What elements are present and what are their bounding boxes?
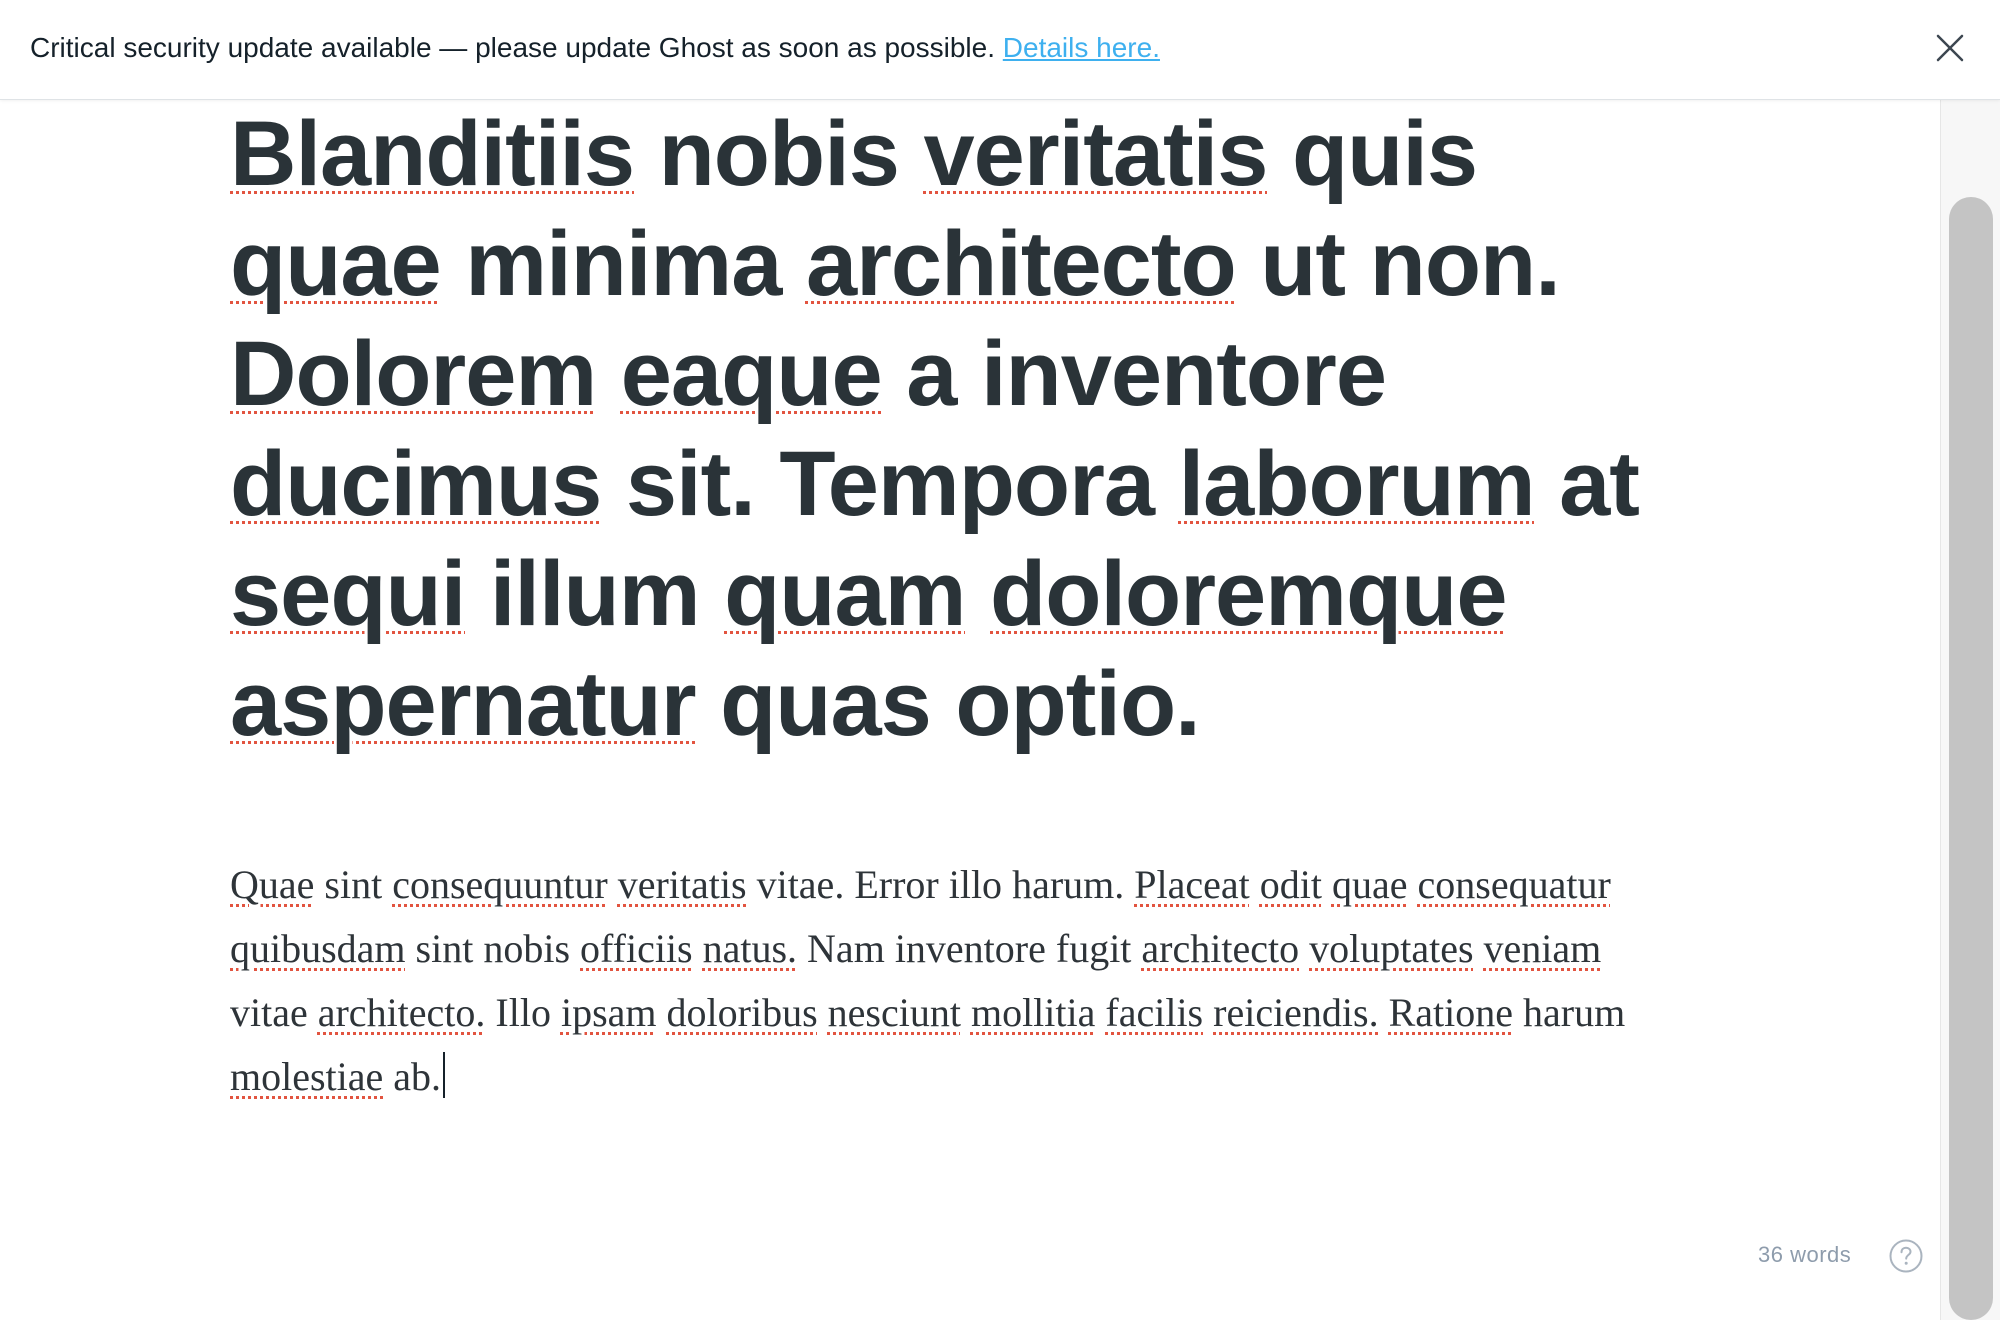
body-word-misspelled: consequatur: [1417, 862, 1611, 907]
title-word: sit.: [625, 433, 756, 535]
title-word: at: [1559, 433, 1640, 535]
title-word: Tempora: [779, 433, 1155, 535]
body-word-misspelled: Ratione: [1388, 990, 1514, 1035]
body-word-misspelled: officiis: [580, 926, 693, 971]
title-word: ut: [1260, 213, 1346, 315]
title-word-misspelled: sequi: [230, 543, 466, 645]
title-word: minima: [465, 213, 782, 315]
body-word: sint: [324, 862, 383, 907]
title-word: inventore: [980, 323, 1387, 425]
title-word: quas: [720, 653, 932, 755]
title-word-misspelled: ducimus: [230, 433, 602, 535]
title-word-misspelled: quam: [724, 543, 966, 645]
body-word: fugit: [1055, 926, 1132, 971]
title-word-misspelled: quae: [230, 213, 442, 315]
title-word: optio.: [955, 653, 1200, 755]
question-circle-icon: [1889, 1239, 1923, 1273]
banner-message: Critical security update available — ple…: [30, 32, 995, 63]
body-word: harum.: [1012, 862, 1125, 907]
help-button[interactable]: [1888, 1238, 1924, 1274]
title-word: quis: [1291, 103, 1478, 205]
close-banner-button[interactable]: [1932, 30, 1968, 66]
title-word: non.: [1369, 213, 1561, 315]
scrollbar-thumb[interactable]: [1949, 197, 1993, 1320]
body-word: Nam: [807, 926, 885, 971]
body-word: Error: [854, 862, 939, 907]
body-word: sint: [415, 926, 474, 971]
body-word-misspelled: odit: [1259, 862, 1322, 907]
body-word-misspelled: natus.: [702, 926, 798, 971]
title-word-misspelled: eaque: [620, 323, 883, 425]
body-word: vitae: [230, 990, 308, 1035]
banner-text: Critical security update available — ple…: [30, 30, 1160, 66]
post-body[interactable]: Quae sint consequuntur veritatis vitae. …: [230, 853, 1680, 1109]
close-icon: [1936, 34, 1964, 62]
body-word-misspelled: doloribus: [666, 990, 818, 1035]
title-word-misspelled: aspernatur: [230, 653, 696, 755]
title-word: nobis: [658, 103, 900, 205]
body-word-misspelled: mollitia: [970, 990, 1096, 1035]
body-word-misspelled: ipsam: [560, 990, 657, 1035]
title-word: a: [906, 323, 957, 425]
body-word-misspelled: veniam: [1483, 926, 1602, 971]
title-word: illum: [489, 543, 701, 645]
body-word-misspelled: voluptates: [1309, 926, 1474, 971]
body-word-misspelled: molestiae: [230, 1054, 384, 1099]
title-word-misspelled: doloremque: [990, 543, 1507, 645]
post-title[interactable]: Delectus ducimus culpa. Blanditiis nobis…: [230, 99, 1710, 759]
body-word-misspelled: reiciendis.: [1213, 990, 1379, 1035]
title-word-misspelled: veritatis: [923, 103, 1269, 205]
text-cursor: [443, 1052, 446, 1098]
body-word-misspelled: Placeat: [1134, 862, 1250, 907]
security-update-banner: Critical security update available — ple…: [0, 0, 2000, 100]
body-word: ab.: [393, 1054, 442, 1099]
body-word: nobis: [483, 926, 571, 971]
body-word-misspelled: architecto: [1141, 926, 1300, 971]
body-word-misspelled: quae: [1331, 862, 1408, 907]
body-word: illo: [948, 862, 1003, 907]
title-word-misspelled: Dolorem: [230, 323, 597, 425]
body-word-misspelled: Quae: [230, 862, 315, 907]
body-word: harum: [1523, 990, 1626, 1035]
editor-scrollbar[interactable]: [1940, 99, 2000, 1320]
body-word-misspelled: quibusdam: [230, 926, 406, 971]
body-word-misspelled: veritatis: [617, 862, 747, 907]
body-word-misspelled: architecto.: [317, 990, 486, 1035]
title-word-misspelled: Blanditiis: [230, 103, 635, 205]
body-word: vitae.: [756, 862, 845, 907]
word-count: 36 words: [1758, 1242, 1852, 1267]
body-word: Illo: [495, 990, 551, 1035]
title-word-misspelled: architecto: [805, 213, 1237, 315]
body-word-misspelled: facilis: [1105, 990, 1204, 1035]
body-word: inventore: [894, 926, 1046, 971]
body-word-misspelled: consequuntur: [392, 862, 608, 907]
post-editor: Delectus ducimus culpa. Blanditiis nobis…: [0, 99, 1940, 1320]
body-word-misspelled: nesciunt: [827, 990, 961, 1035]
title-word-misspelled: laborum: [1178, 433, 1536, 535]
details-link[interactable]: Details here.: [1003, 32, 1160, 63]
